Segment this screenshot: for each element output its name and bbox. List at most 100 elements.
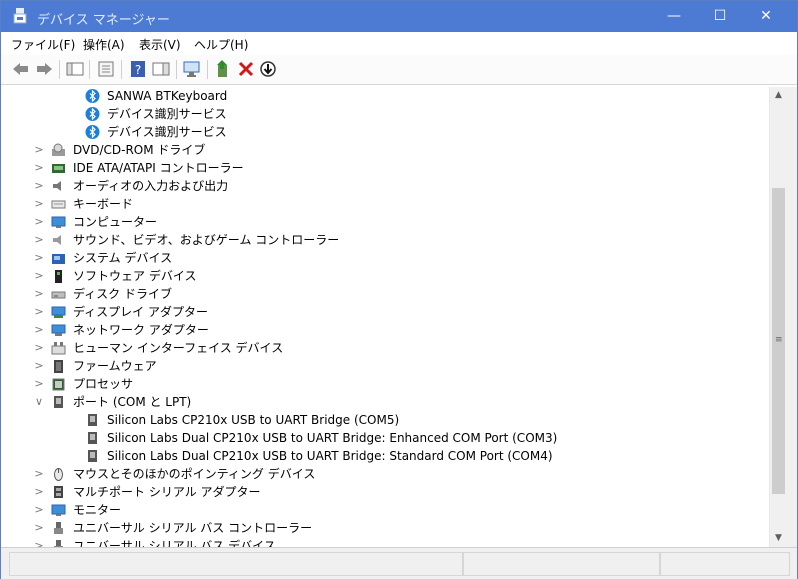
- expand-chevron-icon[interactable]: >: [33, 501, 45, 519]
- hid-icon: [51, 342, 66, 355]
- tree-item[interactable]: > プロセッサ: [9, 375, 769, 393]
- tree-item[interactable]: > サウンド、ビデオ、およびゲーム コントローラー: [9, 231, 769, 249]
- status-bar: [1, 547, 797, 579]
- minimize-button[interactable]: —: [651, 1, 697, 32]
- show-hide-console-tree-icon[interactable]: [65, 59, 85, 79]
- tree-item[interactable]: > マルチポート シリアル アダプター: [9, 483, 769, 501]
- keyboard-icon: [51, 200, 66, 209]
- menu-bar: ファイル(F) 操作(A) 表示(V) ヘルプ(H): [1, 32, 797, 56]
- tree-item[interactable]: > マウスとそのほかのポインティング デバイス: [9, 465, 769, 483]
- expand-chevron-icon[interactable]: >: [33, 537, 45, 547]
- dvd-drive-icon: [52, 143, 65, 156]
- tree-item-label: サウンド、ビデオ、およびゲーム コントローラー: [73, 233, 340, 247]
- expand-chevron-icon[interactable]: >: [33, 195, 45, 213]
- mouse-icon: [54, 468, 63, 481]
- multiport-icon: [54, 486, 63, 498]
- toolbar-separator: [59, 60, 60, 79]
- port-icon: [88, 432, 97, 444]
- expand-chevron-icon[interactable]: >: [33, 249, 45, 267]
- tree-item-label: SANWA BTKeyboard: [107, 89, 228, 103]
- usb-icon: [54, 540, 63, 547]
- tree-item[interactable]: Silicon Labs Dual CP210x USB to UART Bri…: [9, 429, 769, 447]
- tree-item[interactable]: Silicon Labs CP210x USB to UART Bridge (…: [9, 411, 769, 429]
- usb-icon: [54, 522, 63, 534]
- expand-chevron-icon[interactable]: >: [33, 357, 45, 375]
- help-icon[interactable]: ?: [128, 59, 148, 79]
- tree-item[interactable]: > ディスプレイ アダプター: [9, 303, 769, 321]
- monitor-icon: [51, 504, 66, 516]
- menu-action[interactable]: 操作(A): [83, 36, 125, 53]
- properties-icon[interactable]: [96, 59, 116, 79]
- tree-item[interactable]: デバイス識別サービス: [9, 123, 769, 141]
- scroll-down-button[interactable]: ▼: [770, 530, 787, 547]
- menu-help[interactable]: ヘルプ(H): [194, 36, 248, 53]
- tree-item[interactable]: > DVD/CD-ROM ドライブ: [9, 141, 769, 159]
- back-arrow-icon[interactable]: [11, 59, 31, 79]
- tree-item[interactable]: > ソフトウェア デバイス: [9, 267, 769, 285]
- expand-chevron-icon[interactable]: >: [33, 159, 45, 177]
- sound-icon: [53, 235, 61, 245]
- tree-item[interactable]: > ヒューマン インターフェイス デバイス: [9, 339, 769, 357]
- tree-item-label: ファームウェア: [73, 359, 157, 373]
- tree-item[interactable]: SANWA BTKeyboard: [9, 87, 769, 105]
- menu-view[interactable]: 表示(V): [139, 36, 181, 53]
- tree-item[interactable]: > システム デバイス: [9, 249, 769, 267]
- scroll-thumb[interactable]: ≡: [772, 188, 785, 494]
- update-driver-icon[interactable]: [214, 59, 234, 79]
- expand-chevron-icon[interactable]: >: [33, 141, 45, 159]
- tree-item-label: デバイス識別サービス: [107, 107, 227, 121]
- expand-chevron-icon[interactable]: >: [33, 303, 45, 321]
- tree-item[interactable]: > ネットワーク アダプター: [9, 321, 769, 339]
- tree-item[interactable]: > コンピューター: [9, 213, 769, 231]
- expand-chevron-icon[interactable]: >: [33, 375, 45, 393]
- tree-item-label: Silicon Labs Dual CP210x USB to UART Bri…: [107, 449, 553, 463]
- firmware-icon: [54, 360, 63, 373]
- expand-chevron-icon[interactable]: >: [33, 267, 45, 285]
- tree-item[interactable]: > ファームウェア: [9, 357, 769, 375]
- collapse-chevron-icon[interactable]: ∨: [33, 393, 45, 411]
- expand-chevron-icon[interactable]: >: [33, 321, 45, 339]
- expand-chevron-icon[interactable]: >: [33, 285, 45, 303]
- maximize-button[interactable]: ☐: [697, 1, 743, 32]
- tree-item[interactable]: デバイス識別サービス: [9, 105, 769, 123]
- close-button[interactable]: ✕: [743, 1, 789, 32]
- device-tree[interactable]: SANWA BTKeyboard デバイス識別サービス デバイス識別サービス > DVD…: [9, 87, 769, 547]
- title-bar[interactable]: デバイス マネージャー — ☐ ✕: [1, 1, 797, 32]
- tree-item-label: ディスプレイ アダプター: [73, 305, 208, 319]
- tree-item[interactable]: > モニター: [9, 501, 769, 519]
- computer-icon: [51, 216, 66, 228]
- expand-chevron-icon[interactable]: >: [33, 177, 45, 195]
- scan-hardware-changes-icon[interactable]: [182, 59, 202, 79]
- network-adapter-icon: [51, 324, 66, 336]
- forward-arrow-icon[interactable]: [34, 59, 54, 79]
- toolbar-separator: [176, 60, 177, 79]
- tree-item-label: コンピューター: [73, 215, 158, 229]
- expand-chevron-icon[interactable]: >: [33, 231, 45, 249]
- expand-chevron-icon[interactable]: >: [33, 483, 45, 501]
- tree-item[interactable]: > ユニバーサル シリアル バス デバイス: [9, 537, 769, 547]
- port-icon: [88, 414, 97, 426]
- disable-device-icon[interactable]: [258, 59, 278, 79]
- expand-chevron-icon[interactable]: >: [33, 339, 45, 357]
- port-icon: [88, 450, 97, 462]
- expand-chevron-icon[interactable]: >: [33, 213, 45, 231]
- tree-item[interactable]: > ディスク ドライブ: [9, 285, 769, 303]
- vertical-scrollbar[interactable]: ▲ ≡ ▼: [769, 87, 787, 547]
- expand-chevron-icon[interactable]: >: [33, 519, 45, 537]
- menu-file[interactable]: ファイル(F): [11, 36, 75, 53]
- uninstall-device-icon[interactable]: [236, 59, 256, 79]
- tree-item-label: Silicon Labs CP210x USB to UART Bridge (…: [107, 413, 400, 427]
- tree-item[interactable]: > ユニバーサル シリアル バス コントローラー: [9, 519, 769, 537]
- tree-item[interactable]: Silicon Labs Dual CP210x USB to UART Bri…: [9, 447, 769, 465]
- tree-item[interactable]: > キーボード: [9, 195, 769, 213]
- tree-item-label: ユニバーサル シリアル バス デバイス: [73, 539, 276, 547]
- tree-item-label: ディスク ドライブ: [73, 287, 172, 301]
- expand-chevron-icon[interactable]: >: [33, 465, 45, 483]
- tree-item[interactable]: > オーディオの入力および出力: [9, 177, 769, 195]
- tree-item-label: プロセッサ: [73, 377, 134, 391]
- scroll-up-button[interactable]: ▲: [770, 87, 787, 104]
- tree-item[interactable]: > IDE ATA/ATAPI コントローラー: [9, 159, 769, 177]
- tree-item-label: ヒューマン インターフェイス デバイス: [73, 341, 284, 355]
- action-pane-icon[interactable]: [151, 59, 171, 79]
- tree-item[interactable]: ∨ ポート (COM と LPT): [9, 393, 769, 411]
